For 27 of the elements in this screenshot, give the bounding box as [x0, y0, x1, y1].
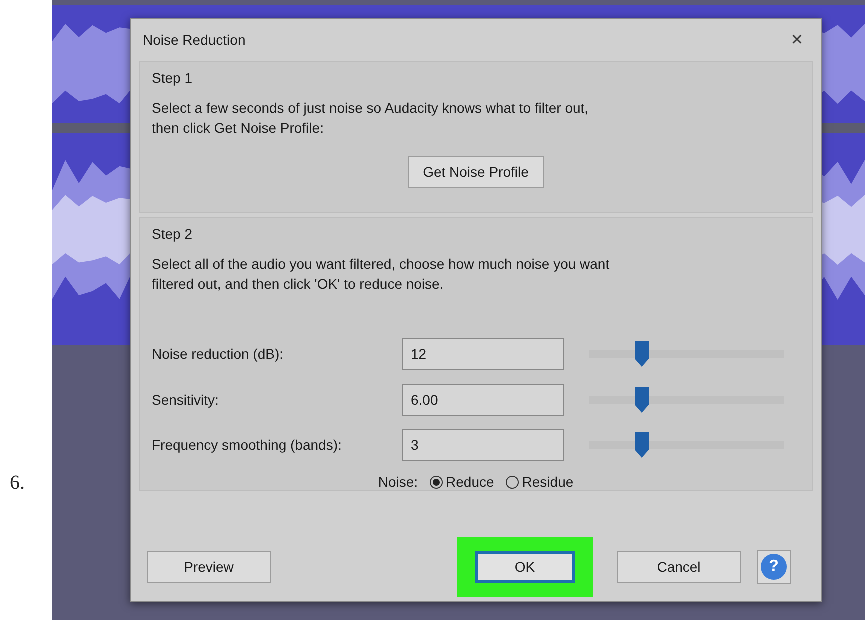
- get-noise-profile-button[interactable]: Get Noise Profile: [408, 156, 544, 188]
- input-field[interactable]: 3: [402, 429, 564, 462]
- slider[interactable]: [589, 432, 784, 458]
- slider[interactable]: [589, 386, 784, 413]
- input-field[interactable]: 6.00: [402, 384, 564, 416]
- cancel-button[interactable]: Cancel: [617, 551, 741, 583]
- instruction-text: Select a few seconds of just noise so Audacity knows what to filter out, then click Get Noise Profile:: [152, 99, 590, 138]
- group-heading: Step 1: [152, 70, 194, 86]
- group-heading: Step 2: [152, 226, 194, 242]
- ok-button[interactable]: OK: [475, 551, 575, 583]
- field-label: Sensitivity:: [152, 392, 220, 408]
- slider-thumb[interactable]: [634, 432, 649, 458]
- preview-button[interactable]: Preview: [147, 551, 271, 583]
- step-number: 6.: [10, 472, 25, 495]
- field-label: Noise reduction (dB):: [152, 346, 285, 362]
- radio-option[interactable]: Reduce: [430, 474, 494, 490]
- radio-group-label: Noise:: [378, 474, 418, 490]
- window-title: Noise Reduction: [143, 32, 246, 48]
- slider-thumb[interactable]: [634, 341, 649, 368]
- slider[interactable]: [589, 341, 784, 368]
- input-field[interactable]: 12: [402, 338, 564, 370]
- help-button[interactable]: ?: [757, 550, 791, 584]
- field-label: Frequency smoothing (bands):: [152, 437, 343, 454]
- slider-thumb[interactable]: [634, 386, 649, 413]
- instruction-text: Select all of the audio you want filtered, choose how much noise you want filtered out, and then click 'OK' to reduce noise.: [152, 255, 611, 294]
- radio-option[interactable]: Residue: [506, 474, 574, 490]
- close-button[interactable]: ×: [787, 28, 807, 52]
